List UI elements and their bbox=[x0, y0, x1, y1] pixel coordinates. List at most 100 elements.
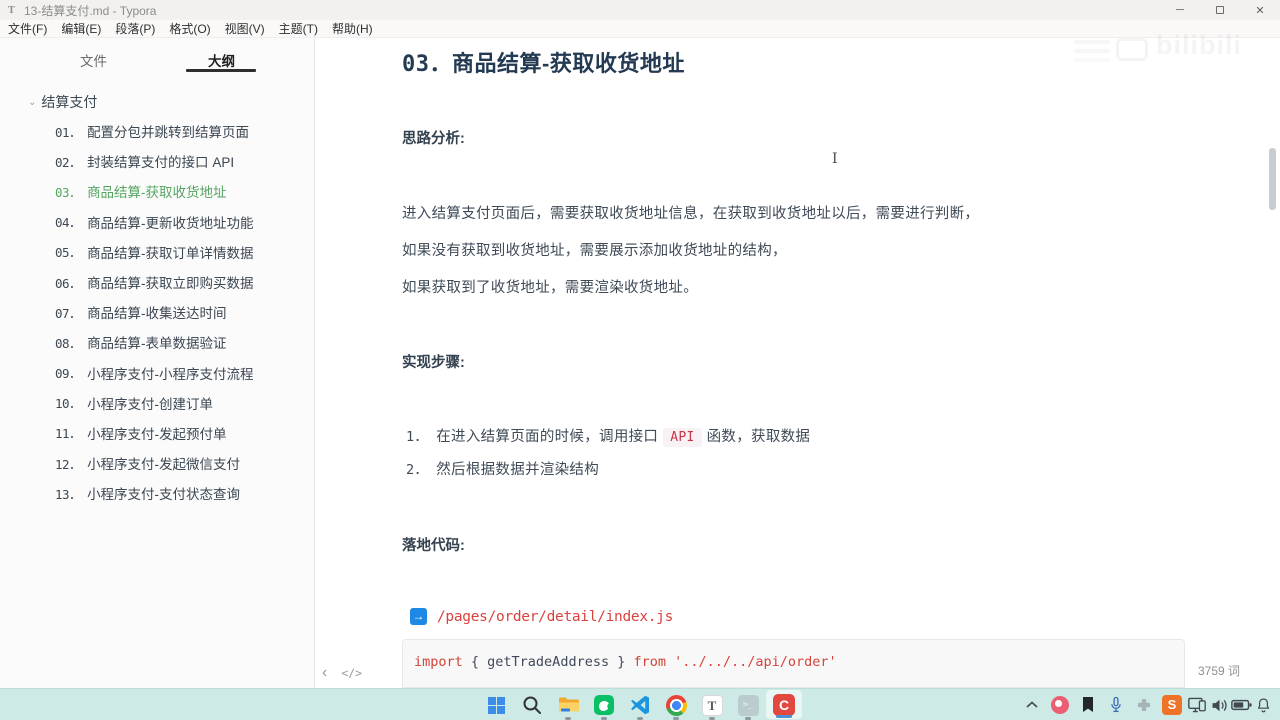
tray-gray-app-button[interactable] bbox=[1130, 689, 1158, 720]
menu-view[interactable]: 视图(V) bbox=[225, 20, 274, 37]
title-bar: T 13-结算支付.md - Typora bbox=[0, 0, 1280, 20]
text-cursor-ibeam: I bbox=[832, 151, 838, 167]
doc-heading: 03．商品结算-获取收货地址 bbox=[402, 51, 685, 77]
chevron-up-icon bbox=[1026, 701, 1038, 708]
terminal-button[interactable]: >_ bbox=[730, 689, 766, 720]
tray-bookmark-app-button[interactable] bbox=[1074, 689, 1102, 720]
step-item-2: 2． 然后根据数据并渲染结构 bbox=[406, 462, 600, 478]
outline-item-02[interactable]: 02． 封装结算支付的接口 API bbox=[0, 146, 315, 176]
speaker-icon bbox=[1212, 699, 1227, 711]
menu-help[interactable]: 帮助(H) bbox=[332, 20, 382, 37]
cast-display-icon bbox=[1188, 697, 1206, 713]
focused-indicator bbox=[776, 715, 792, 718]
search-button[interactable] bbox=[514, 689, 550, 720]
typora-taskbar-button[interactable]: T bbox=[694, 689, 730, 720]
file-explorer-button[interactable] bbox=[550, 689, 586, 720]
bookmark-icon bbox=[1083, 697, 1093, 712]
right-arrow-icon: → bbox=[410, 608, 427, 625]
microphone-icon bbox=[1111, 696, 1121, 713]
terminal-icon: >_ bbox=[737, 694, 759, 716]
outline-item-08[interactable]: 08． 商品结算-表单数据验证 bbox=[0, 327, 315, 357]
bilibili-tv-icon bbox=[1116, 38, 1148, 61]
menu-theme[interactable]: 主题(T) bbox=[279, 20, 327, 37]
chevron-down-icon[interactable]: ⌄ bbox=[28, 97, 36, 108]
sogou-s-icon: S bbox=[1162, 695, 1182, 715]
file-path-text: /pages/order/detail/index.js bbox=[437, 608, 674, 625]
outline-item-11[interactable]: 11． 小程序支付-发起预付单 bbox=[0, 418, 315, 448]
gray-app-icon bbox=[1138, 699, 1150, 711]
outline-list: 01． 配置分包并跳转到结算页面 02． 封装结算支付的接口 API 03． 商品结算… bbox=[0, 116, 315, 508]
menu-bar: 文件(F) 编辑(E) 段落(P) 格式(O) 视图(V) 主题(T) 帮助(H… bbox=[0, 20, 1280, 38]
bell-icon bbox=[1257, 698, 1269, 713]
tray-microphone-button[interactable] bbox=[1102, 689, 1130, 720]
code-line-import: import { getTradeAddress } from '../../.… bbox=[414, 654, 837, 670]
source-code-mode-icon[interactable]: </> bbox=[341, 666, 362, 680]
outline-item-03-active[interactable]: 03． 商品结算-获取收货地址 bbox=[0, 176, 315, 206]
vscode-icon bbox=[631, 695, 649, 715]
code-block[interactable]: import { getTradeAddress } from '../../.… bbox=[402, 639, 1185, 688]
chrome-icon bbox=[665, 694, 687, 716]
editor-footer: ‹ </> bbox=[322, 665, 362, 681]
paragraph-3: 如果获取到了收货地址，需要渲染收货地址。 bbox=[402, 280, 698, 296]
minimize-button[interactable]: ─ bbox=[1160, 0, 1200, 20]
watermark-smudge bbox=[1074, 40, 1110, 44]
vscode-button[interactable] bbox=[622, 689, 658, 720]
tray-volume-button[interactable] bbox=[1208, 689, 1230, 720]
label-analysis: 思路分析: bbox=[402, 131, 465, 147]
screen-recorder-button[interactable]: C bbox=[766, 690, 802, 719]
wechat-devtools-button[interactable] bbox=[586, 689, 622, 720]
outline-item-04[interactable]: 04． 商品结算-更新收货地址功能 bbox=[0, 207, 315, 237]
tray-cast-button[interactable] bbox=[1186, 689, 1208, 720]
maximize-icon bbox=[1216, 6, 1224, 14]
outline-item-13[interactable]: 13． 小程序支付-支付状态查询 bbox=[0, 478, 315, 508]
windows-start-button[interactable] bbox=[478, 689, 514, 720]
recorder-c-icon: C bbox=[773, 693, 795, 716]
label-steps: 实现步骤: bbox=[402, 355, 465, 371]
outline-item-01[interactable]: 01． 配置分包并跳转到结算页面 bbox=[0, 116, 315, 146]
tray-battery-button[interactable] bbox=[1230, 689, 1252, 720]
typora-icon: T bbox=[701, 694, 723, 716]
window-title: 13-结算支付.md - Typora bbox=[24, 3, 157, 18]
tray-notification-button[interactable] bbox=[1252, 689, 1274, 720]
search-icon bbox=[523, 696, 541, 714]
outline-item-10[interactable]: 10． 小程序支付-创建订单 bbox=[0, 388, 315, 418]
tab-files[interactable]: 文件 bbox=[80, 50, 107, 70]
folder-icon bbox=[559, 697, 579, 712]
vertical-scrollbar-thumb[interactable] bbox=[1269, 148, 1276, 210]
typora-app-icon: T bbox=[8, 4, 15, 16]
battery-icon bbox=[1230, 699, 1252, 711]
outline-root-item[interactable]: ⌄ 结算支付 bbox=[28, 92, 97, 112]
chrome-button[interactable] bbox=[658, 689, 694, 720]
outline-item-06[interactable]: 06． 商品结算-获取立即购买数据 bbox=[0, 267, 315, 297]
file-path-line: → /pages/order/detail/index.js bbox=[410, 608, 673, 625]
editor-pane[interactable]: bilibili 03．商品结算-获取收货地址 思路分析: 进入结算支付页面后，… bbox=[316, 30, 1280, 688]
system-tray: S bbox=[1018, 689, 1274, 720]
bilibili-watermark: bilibili bbox=[1156, 30, 1242, 61]
wechat-devtools-icon bbox=[594, 695, 614, 715]
taskbar: T >_ C S bbox=[0, 688, 1280, 720]
word-count: 3759 词 bbox=[1197, 664, 1240, 678]
close-button[interactable]: ✕ bbox=[1240, 0, 1280, 20]
tray-sogou-button[interactable]: S bbox=[1158, 689, 1186, 720]
outline-item-05[interactable]: 05． 商品结算-获取订单详情数据 bbox=[0, 237, 315, 267]
sidebar: 文件 大纲 ⌄ 结算支付 01． 配置分包并跳转到结算页面 02． 封装结算支付的接… bbox=[0, 38, 315, 688]
tab-outline[interactable]: 大纲 bbox=[208, 50, 235, 70]
tray-red-app-button[interactable] bbox=[1046, 689, 1074, 720]
outline-item-09[interactable]: 09． 小程序支付-小程序支付流程 bbox=[0, 358, 315, 388]
menu-file[interactable]: 文件(F) bbox=[8, 20, 56, 37]
active-tab-underline bbox=[186, 69, 256, 72]
maximize-button[interactable] bbox=[1200, 0, 1240, 20]
sidebar-collapse-icon[interactable]: ‹ bbox=[322, 665, 327, 681]
menu-edit[interactable]: 编辑(E) bbox=[61, 20, 110, 37]
window-controls: ─ ✕ bbox=[1160, 0, 1280, 20]
menu-paragraph[interactable]: 段落(P) bbox=[115, 20, 164, 37]
paragraph-2: 如果没有获取到收货地址，需要展示添加收货地址的结构， bbox=[402, 243, 787, 259]
inline-code-api: API bbox=[663, 428, 702, 447]
windows-logo-icon bbox=[487, 696, 505, 714]
menu-format[interactable]: 格式(O) bbox=[169, 20, 219, 37]
outline-item-07[interactable]: 07． 商品结算-收集送达时间 bbox=[0, 297, 315, 327]
outline-item-12[interactable]: 12． 小程序支付-发起微信支付 bbox=[0, 448, 315, 478]
taskbar-center-icons: T >_ C bbox=[478, 689, 802, 720]
tray-expand-button[interactable] bbox=[1018, 689, 1046, 720]
outline-root-label: 结算支付 bbox=[41, 94, 98, 110]
